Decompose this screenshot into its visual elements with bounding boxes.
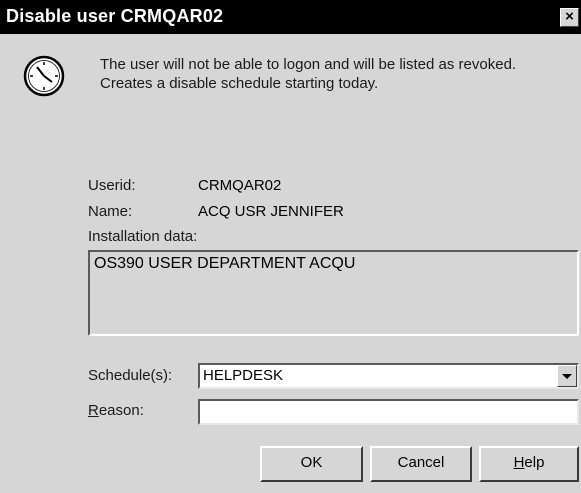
dialog-title: Disable user CRMQAR02	[6, 6, 224, 26]
clock-icon	[23, 55, 65, 97]
reason-label: Reason:	[88, 402, 144, 419]
reason-label-rest: eason:	[98, 402, 144, 419]
userid-label: Userid:	[88, 177, 136, 194]
info-message: The user will not be able to logon and w…	[100, 55, 570, 93]
reason-input[interactable]	[198, 399, 579, 425]
message-line-2: Creates a disable schedule starting toda…	[100, 75, 379, 92]
schedule-dropdown[interactable]: HELPDESK	[198, 363, 579, 389]
installation-data-box[interactable]: OS390 USER DEPARTMENT ACQU	[88, 250, 579, 336]
schedule-dropdown-button[interactable]	[557, 365, 577, 387]
chevron-down-icon	[562, 374, 572, 379]
ok-button[interactable]: OK	[260, 446, 363, 482]
close-icon: ×	[565, 8, 574, 25]
userid-value: CRMQAR02	[198, 177, 282, 194]
help-button-rest: elp	[524, 454, 545, 471]
schedule-selected-value: HELPDESK	[203, 367, 284, 384]
message-line-1: The user will not be able to logon and w…	[100, 56, 517, 73]
close-button[interactable]: ×	[560, 8, 579, 27]
reason-label-mnemonic: R	[88, 402, 99, 419]
help-button-mnemonic: H	[513, 454, 525, 471]
name-label: Name:	[88, 203, 133, 220]
schedules-label: Schedule(s):	[88, 367, 173, 384]
installation-data-label: Installation data:	[88, 228, 198, 245]
title-bar[interactable]: Disable user CRMQAR02 ×	[0, 0, 581, 34]
installation-data-value: OS390 USER DEPARTMENT ACQU	[94, 255, 356, 272]
disable-user-dialog: Disable user CRMQAR02 × The user will no…	[0, 0, 581, 493]
help-button[interactable]: Help	[479, 446, 579, 482]
cancel-button[interactable]: Cancel	[370, 446, 472, 482]
name-value: ACQ USR JENNIFER	[198, 203, 344, 220]
